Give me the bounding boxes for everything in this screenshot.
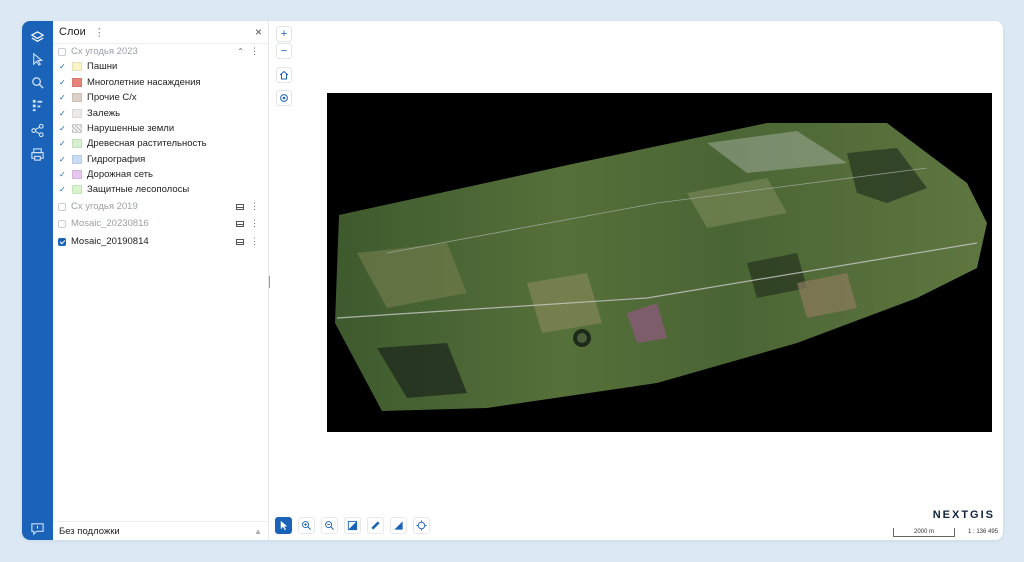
layer-menu-icon[interactable]: ⋮ (250, 219, 259, 228)
layer-label: Пашни (87, 61, 118, 72)
layer-row[interactable]: ✓ Прочие С/х (53, 90, 268, 105)
layer-row[interactable]: ✓ Гидрография (53, 152, 268, 167)
layer-row[interactable]: ✓ Пашни (53, 59, 268, 74)
layer-actions: ⋮ (236, 237, 268, 246)
measure-area-icon[interactable] (390, 517, 407, 534)
panel-title: Слои (59, 26, 86, 38)
satellite-mosaic (327, 93, 992, 432)
chevron-up-icon[interactable]: ⌃ (237, 47, 244, 56)
select-pointer-icon[interactable] (26, 48, 49, 70)
check-icon[interactable]: ✓ (59, 124, 67, 133)
zoom-out-area-icon[interactable] (321, 517, 338, 534)
layer-label: Сх угодья 2023 (71, 46, 138, 57)
legend-swatch (72, 109, 82, 118)
scale-ratio: 1 : 136 495 (968, 529, 999, 535)
layer-label: Mosaic_20230816 (71, 218, 149, 229)
panel-header: Слои ⋮ × (53, 21, 268, 44)
share-icon[interactable] (26, 119, 49, 141)
legend-swatch (72, 78, 82, 87)
locate-icon[interactable] (276, 90, 292, 106)
layer-menu-icon[interactable]: ⋮ (250, 202, 259, 211)
attribute-table-icon[interactable] (236, 203, 244, 210)
layer-group-row[interactable]: Mosaic_20190814 ⋮ (53, 234, 268, 249)
layer-row[interactable]: ✓ Древесная растительность (53, 136, 268, 151)
measure-distance-icon[interactable] (367, 517, 384, 534)
legend-swatch (72, 62, 82, 71)
layer-row[interactable]: ✓ Защитные лесополосы (53, 182, 268, 197)
check-icon[interactable]: ✓ (59, 139, 67, 148)
layer-actions: ⋮ (236, 219, 268, 228)
feedback-icon[interactable] (26, 517, 49, 539)
attribute-table-icon[interactable] (236, 220, 244, 227)
layer-group-row[interactable]: Сх угодья 2023 ⌃ ⋮ (53, 44, 268, 59)
check-icon[interactable]: ✓ (59, 78, 67, 87)
check-icon[interactable]: ✓ (59, 155, 67, 164)
check-icon[interactable]: ✓ (59, 109, 67, 118)
feature-list-icon[interactable] (26, 94, 49, 116)
basemap-select[interactable]: Без подложки ▲ (53, 521, 268, 540)
layer-row[interactable]: ✓ Нарушенные земли (53, 121, 268, 136)
mosaic-image (335, 123, 987, 411)
legend-swatch (72, 155, 82, 164)
layers-panel: Слои ⋮ × Сх угодья 2023 ⌃ ⋮ ✓ Пашни ✓ Многолет… (53, 21, 269, 540)
app-window: Слои ⋮ × Сх угодья 2023 ⌃ ⋮ ✓ Пашни ✓ Многолет… (22, 21, 1003, 540)
swipe-compare-icon[interactable] (344, 517, 361, 534)
check-icon[interactable]: ✓ (59, 170, 67, 179)
tool-rail (22, 21, 53, 540)
layer-row[interactable]: ✓ Многолетние насаждения (53, 75, 268, 90)
check-icon[interactable]: ✓ (59, 62, 67, 71)
zoom-in-area-icon[interactable] (298, 517, 315, 534)
legend-swatch (72, 170, 82, 179)
nextgis-logo: NEXTGIS (932, 509, 995, 521)
layer-label: Залежь (87, 108, 121, 119)
chevron-up-icon: ▲ (254, 526, 262, 536)
target-identify-icon[interactable] (413, 517, 430, 534)
attribute-table-icon[interactable] (236, 238, 244, 245)
layer-group-row[interactable]: Mosaic_20230816 ⋮ (53, 216, 268, 231)
layer-actions: ⋮ (236, 202, 268, 211)
layer-row[interactable]: ✓ Залежь (53, 106, 268, 121)
legend-swatch (72, 124, 82, 133)
layer-label: Сх угодья 2019 (71, 201, 138, 212)
select-tool-icon[interactable] (275, 517, 292, 534)
layer-actions: ⌃ ⋮ (237, 47, 268, 57)
layer-menu-icon[interactable]: ⋮ (250, 237, 259, 246)
layer-menu-icon[interactable]: ⋮ (250, 47, 259, 56)
layer-row[interactable]: ✓ Дорожная сеть (53, 167, 268, 182)
check-icon[interactable]: ✓ (59, 185, 67, 194)
check-icon[interactable]: ✓ (59, 93, 67, 102)
layer-label: Прочие С/х (87, 92, 137, 103)
layer-visibility-checkbox[interactable] (58, 219, 66, 228)
legend-swatch (72, 139, 82, 148)
zoom-out-button[interactable]: − (276, 43, 292, 59)
layer-visibility-checkbox[interactable] (58, 202, 66, 211)
layer-label: Защитные лесополосы (87, 184, 190, 195)
layer-label: Гидрография (87, 154, 146, 165)
home-icon[interactable] (276, 67, 292, 83)
search-icon[interactable] (26, 71, 49, 93)
zoom-in-button[interactable]: + (276, 26, 292, 42)
panel-menu-icon[interactable]: ⋮ (94, 26, 105, 39)
scale-bar: 2000 m (893, 528, 955, 537)
layer-visibility-checkbox[interactable] (58, 47, 66, 56)
layer-label: Mosaic_20190814 (71, 236, 149, 247)
legend-swatch (72, 185, 82, 194)
layer-visibility-checkbox[interactable] (58, 237, 66, 246)
map-area[interactable]: + − NEXTGIS 2000 m 1: 136 495 (270, 21, 1003, 540)
layer-label: Нарушенные земли (87, 123, 175, 134)
legend-swatch (72, 93, 82, 102)
close-icon[interactable]: × (255, 25, 262, 39)
layer-label: Многолетние насаждения (87, 77, 201, 88)
layer-label: Древесная растительность (87, 138, 207, 149)
basemap-label: Без подложки (59, 525, 120, 537)
layer-label: Дорожная сеть (87, 169, 153, 180)
layers-icon[interactable] (26, 26, 49, 48)
layer-group-row[interactable]: Сх угодья 2019 ⋮ (53, 199, 268, 214)
print-icon[interactable] (26, 143, 49, 165)
